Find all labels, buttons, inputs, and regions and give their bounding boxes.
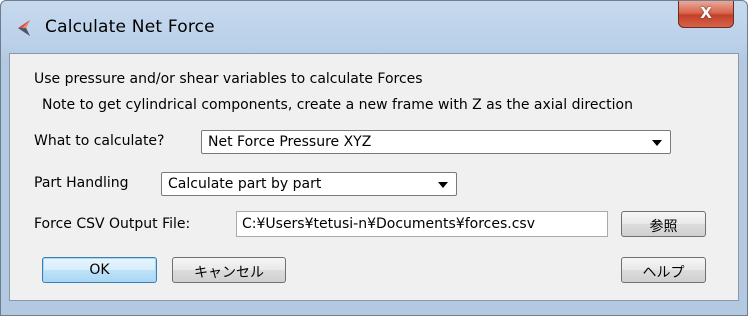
part-handling-select[interactable]: Calculate part by part [161, 172, 457, 196]
chevron-down-icon [438, 182, 448, 188]
part-handling-label: Part Handling [34, 175, 129, 191]
info-text-line1: Use pressure and/or shear variables to c… [34, 71, 423, 87]
what-to-calculate-label: What to calculate? [34, 133, 165, 149]
close-icon: X [700, 4, 712, 22]
ok-button[interactable]: OK [42, 257, 157, 283]
browse-button[interactable]: 参照 [621, 211, 706, 237]
chevron-down-icon [652, 140, 662, 146]
window-title: Calculate Net Force [45, 17, 215, 37]
cancel-button-label: キャンセル [194, 265, 264, 281]
output-file-label: Force CSV Output File: [34, 216, 191, 232]
what-to-calculate-select[interactable]: Net Force Pressure XYZ [201, 130, 671, 154]
what-to-calculate-value: Net Force Pressure XYZ [208, 134, 372, 150]
browse-button-label: 参照 [649, 219, 678, 235]
help-button[interactable]: ヘルプ [621, 257, 706, 283]
app-logo-icon [18, 20, 30, 36]
title-bar[interactable]: Calculate Net Force X [1, 1, 747, 53]
ok-button-label: OK [89, 262, 110, 278]
close-button[interactable]: X [678, 1, 734, 28]
part-handling-value: Calculate part by part [168, 176, 322, 192]
help-button-label: ヘルプ [642, 265, 685, 281]
info-text-line2: Note to get cylindrical components, crea… [42, 97, 633, 113]
cancel-button[interactable]: キャンセル [172, 257, 286, 283]
dialog-window: Calculate Net Force X Use pressure and/o… [0, 0, 748, 316]
output-file-input[interactable]: C:¥Users¥tetusi-n¥Documents¥forces.csv [236, 211, 608, 237]
output-file-path: C:¥Users¥tetusi-n¥Documents¥forces.csv [242, 216, 535, 232]
dialog-body: Use pressure and/or shear variables to c… [9, 53, 739, 301]
